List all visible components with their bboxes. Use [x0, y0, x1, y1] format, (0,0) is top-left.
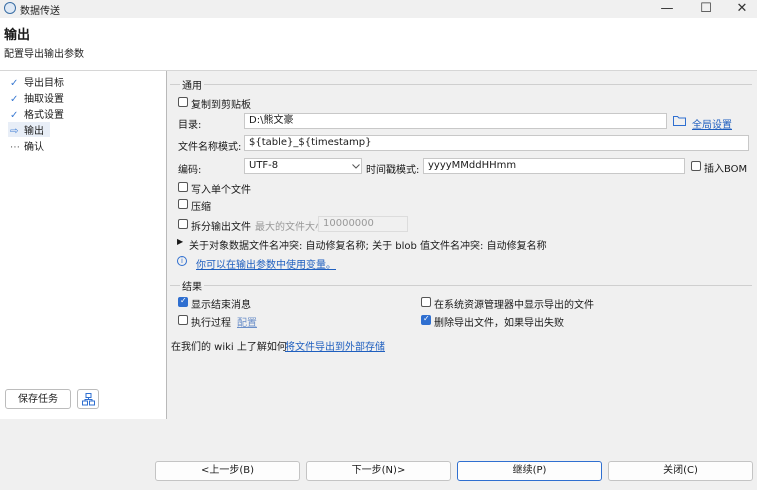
wiki-prefix-text: 在我们的 wiki 上了解如何 — [171, 342, 287, 353]
step-format-settings[interactable]: ✓ 格式设置 — [10, 106, 64, 121]
wizard-steps-sidebar: ✓ 导出目标 ✓ 抽取设置 ✓ 格式设置 ⇨ 输出 ⋯ 确认 — [0, 71, 167, 419]
compress-label: 压缩 — [191, 202, 211, 213]
compress-checkbox[interactable] — [178, 199, 188, 209]
single-file-checkbox[interactable] — [178, 182, 188, 192]
copy-clipboard-checkbox[interactable] — [178, 97, 188, 107]
window-title: 数据传送 — [20, 6, 60, 17]
encoding-value: UTF-8 — [249, 160, 279, 171]
info-icon: i — [177, 256, 187, 266]
conflict-resolution-text[interactable]: 关于对象数据文件名冲突: 自动修复名称; 关于 blob 值文件名冲突: 自动修… — [189, 237, 547, 252]
show-finish-message-checkbox[interactable] — [178, 296, 188, 307]
step-confirm[interactable]: ⋯ 确认 — [10, 138, 44, 153]
app-icon — [4, 2, 16, 14]
timestamp-pattern-label: 时间戳模式: — [366, 165, 420, 176]
insert-bom-label: 插入BOM — [704, 164, 748, 175]
delete-on-fail-label: 删除导出文件，如果导出失败 — [434, 318, 564, 329]
save-task-button[interactable]: 保存任务 — [5, 389, 71, 409]
max-file-size-input[interactable]: 10000000 — [318, 216, 408, 232]
single-file-label: 写入单个文件 — [191, 185, 251, 196]
window-titlebar: 数据传送 — ☐ ✕ — [0, 0, 757, 18]
split-output-checkbox[interactable] — [178, 219, 188, 229]
back-button[interactable]: <上一步(B) — [155, 461, 300, 481]
directory-input[interactable]: D:\熊文豪 — [244, 113, 667, 129]
check-icon: ✓ — [10, 110, 19, 121]
chevron-down-icon[interactable] — [352, 164, 360, 169]
step-label: 确认 — [24, 142, 44, 153]
step-extract-settings[interactable]: ✓ 抽取设置 — [10, 90, 64, 105]
step-label: 输出 — [24, 126, 44, 137]
page-header: 输出 配置导出输出参数 — [0, 18, 757, 71]
step-label: 导出目标 — [24, 78, 64, 89]
task-group-button[interactable] — [77, 389, 99, 409]
check-icon: ✓ — [10, 78, 19, 89]
minimize-button[interactable]: — — [649, 0, 685, 18]
page-title: 输出 — [4, 28, 31, 43]
next-button[interactable]: 下一步(N)> — [306, 461, 451, 481]
show-in-explorer-label: 在系统资源管理器中显示导出的文件 — [434, 300, 594, 311]
delete-on-fail-checkbox[interactable] — [421, 314, 431, 325]
timestamp-pattern-input[interactable]: yyyyMMddHHmm — [423, 158, 685, 174]
check-icon: ✓ — [10, 94, 19, 105]
maximize-button[interactable]: ☐ — [688, 0, 724, 18]
insert-bom-checkbox[interactable] — [691, 161, 701, 171]
execute-process-checkbox[interactable] — [178, 315, 188, 325]
show-in-explorer-checkbox[interactable] — [421, 297, 431, 307]
configure-process-link[interactable]: 配置 — [237, 314, 257, 329]
result-legend: 结果 — [180, 278, 204, 293]
folder-icon[interactable] — [673, 115, 686, 126]
copy-clipboard-label: 复制到剪贴板 — [191, 100, 251, 111]
general-legend: 通用 — [180, 77, 204, 92]
split-output-label: 拆分输出文件 — [191, 222, 251, 233]
page-subtitle: 配置导出输出参数 — [4, 49, 84, 60]
sitemap-icon — [82, 393, 95, 406]
close-window-button[interactable]: ✕ — [724, 0, 757, 18]
global-settings-link[interactable]: 全局设置 — [692, 116, 732, 131]
ellipsis-icon: ⋯ — [10, 142, 20, 153]
step-output[interactable]: ⇨ 输出 — [8, 122, 50, 137]
step-export-target[interactable]: ✓ 导出目标 — [10, 74, 64, 89]
close-button[interactable]: 关闭(C) — [608, 461, 753, 481]
execute-process-label: 执行过程 — [191, 318, 231, 329]
filename-pattern-input[interactable]: ${table}_${timestamp} — [244, 135, 749, 151]
step-label: 抽取设置 — [24, 94, 64, 105]
directory-label: 目录: — [178, 120, 202, 131]
step-label: 格式设置 — [24, 110, 64, 121]
proceed-button[interactable]: 继续(P) — [457, 461, 602, 481]
encoding-label: 编码: — [178, 165, 202, 176]
variables-help-link[interactable]: 你可以在输出参数中使用变量。 — [196, 256, 336, 271]
show-finish-message-label: 显示结束消息 — [191, 300, 251, 311]
encoding-select[interactable]: UTF-8 — [244, 158, 362, 174]
expand-arrow-icon[interactable]: ▶ — [177, 237, 183, 246]
arrow-right-icon: ⇨ — [10, 126, 19, 137]
filename-pattern-label: 文件名称模式: — [178, 142, 242, 153]
wiki-export-link[interactable]: 将文件导出到外部存储 — [285, 338, 385, 353]
output-settings-panel: 通用 复制到剪贴板 目录: D:\熊文豪 全局设置 文件名称模式: ${tabl… — [167, 71, 757, 419]
